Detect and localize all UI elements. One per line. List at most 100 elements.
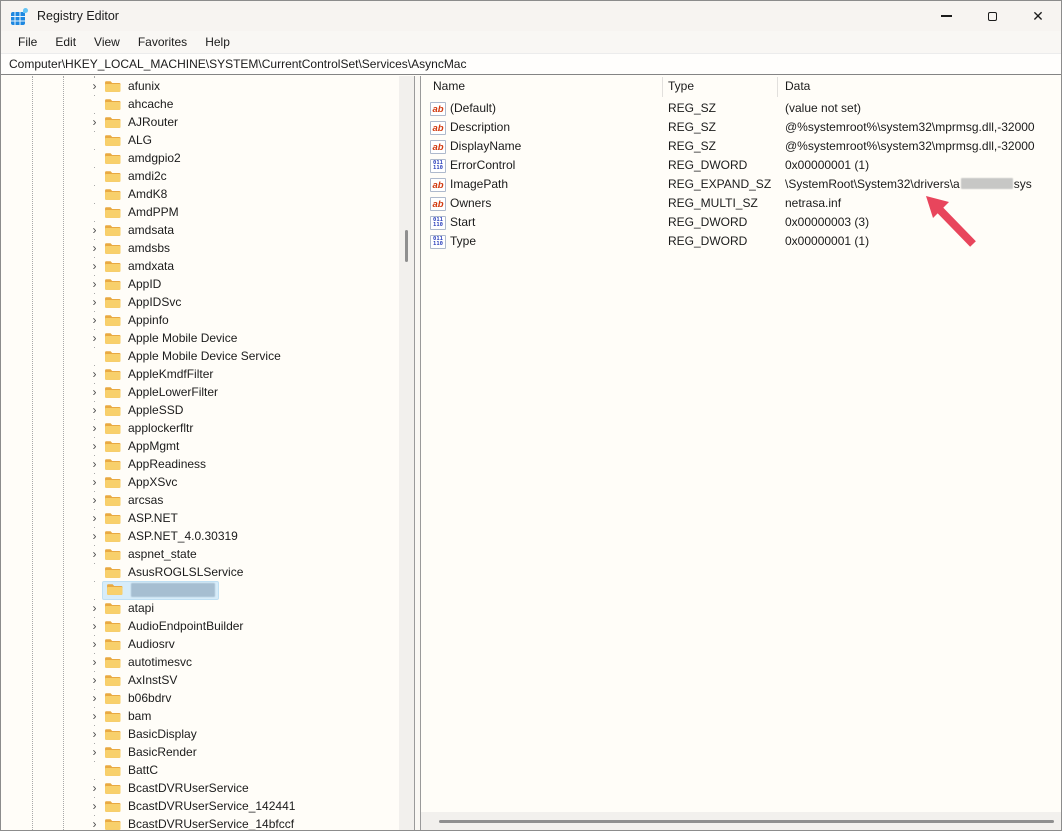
tree-item-amdxata[interactable]: › amdxata (1, 257, 398, 275)
tree-item-audiosrv[interactable]: › Audiosrv (1, 635, 398, 653)
chevron-right-icon[interactable]: › (87, 402, 102, 418)
tree-item-asp-net-4-0-30319[interactable]: › ASP.NET_4.0.30319 (1, 527, 398, 545)
chevron-right-icon[interactable]: › (87, 798, 102, 814)
tree-item-afunix[interactable]: › afunix (1, 77, 398, 95)
tree-item-b06bdrv[interactable]: › b06bdrv (1, 689, 398, 707)
column-separator[interactable] (662, 77, 663, 97)
tree-item-bcastdvruserservice[interactable]: › BcastDVRUserService (1, 779, 398, 797)
minimize-button[interactable] (923, 1, 969, 31)
chevron-right-icon[interactable]: › (87, 438, 102, 454)
tree-item-amdsata[interactable]: › amdsata (1, 221, 398, 239)
chevron-right-icon[interactable]: › (87, 420, 102, 436)
tree-item-asusroglslservice[interactable]: ›AsusROGLSLService (1, 563, 398, 581)
tree-item-applekmdffilter[interactable]: › AppleKmdfFilter (1, 365, 398, 383)
chevron-right-icon[interactable]: › (87, 546, 102, 562)
tree-item-appidsvc[interactable]: › AppIDSvc (1, 293, 398, 311)
chevron-right-icon[interactable]: › (87, 672, 102, 688)
tree-item-apple-mobile-device-service[interactable]: ›Apple Mobile Device Service (1, 347, 398, 365)
registry-value-row-description[interactable]: ab Description REG_SZ @%systemroot%\system3… (421, 119, 1061, 138)
tree-item-appreadiness[interactable]: › AppReadiness (1, 455, 398, 473)
scrollbar-thumb[interactable] (405, 230, 408, 262)
tree-item-appid[interactable]: › AppID (1, 275, 398, 293)
chevron-right-icon[interactable]: › (87, 654, 102, 670)
column-header-name[interactable]: Name (433, 79, 465, 93)
column-header-data[interactable]: Data (785, 79, 810, 93)
tree-item-atapi[interactable]: › atapi (1, 599, 398, 617)
chevron-right-icon[interactable]: › (87, 222, 102, 238)
tree-item-applessd[interactable]: › AppleSSD (1, 401, 398, 419)
chevron-right-icon[interactable]: › (87, 780, 102, 796)
tree-item-amdk8[interactable]: ›AmdK8 (1, 185, 398, 203)
tree-item-amdgpio2[interactable]: ›amdgpio2 (1, 149, 398, 167)
tree-item-appinfo[interactable]: › Appinfo (1, 311, 398, 329)
tree-item-applelowerfilter[interactable]: › AppleLowerFilter (1, 383, 398, 401)
column-separator[interactable] (777, 77, 778, 97)
menu-item-edit[interactable]: Edit (46, 33, 85, 51)
tree-item-applockerfltr[interactable]: › applockerfltr (1, 419, 398, 437)
chevron-right-icon[interactable]: › (87, 708, 102, 724)
registry-value-row-owners[interactable]: ab Owners REG_MULTI_SZ netrasa.inf (421, 195, 1061, 214)
tree-item-battc[interactable]: ›BattC (1, 761, 398, 779)
registry-value-row-errorcontrol[interactable]: 011 110 ErrorControl REG_DWORD 0x00000001 (… (421, 157, 1061, 176)
chevron-right-icon[interactable]: › (87, 276, 102, 292)
close-button[interactable]: ✕ (1015, 1, 1061, 31)
chevron-right-icon[interactable]: › (87, 78, 102, 94)
registry-value-row-imagepath[interactable]: ab ImagePath REG_EXPAND_SZ \SystemRoot\Syst… (421, 176, 1061, 195)
menu-item-favorites[interactable]: Favorites (129, 33, 196, 51)
chevron-right-icon[interactable]: › (87, 618, 102, 634)
registry-value-row-start[interactable]: 011 110 Start REG_DWORD 0x00000003 (3) (421, 214, 1061, 233)
tree-item-bam[interactable]: › bam (1, 707, 398, 725)
chevron-right-icon[interactable]: › (87, 492, 102, 508)
chevron-right-icon[interactable]: › (87, 330, 102, 346)
tree-item-amdi2c[interactable]: ›amdi2c (1, 167, 398, 185)
chevron-right-icon[interactable]: › (87, 744, 102, 760)
chevron-right-icon[interactable]: › (87, 528, 102, 544)
chevron-right-icon[interactable]: › (87, 312, 102, 328)
chevron-right-icon[interactable]: › (87, 636, 102, 652)
menu-item-view[interactable]: View (85, 33, 129, 51)
menu-item-help[interactable]: Help (196, 33, 239, 51)
chevron-right-icon[interactable]: › (87, 294, 102, 310)
tree-item-axinstsv[interactable]: › AxInstSV (1, 671, 398, 689)
tree-item-selected-key[interactable]: › (1, 580, 398, 600)
chevron-right-icon[interactable]: › (87, 366, 102, 382)
tree-item-audioendpointbuilder[interactable]: › AudioEndpointBuilder (1, 617, 398, 635)
tree-item-asp-net[interactable]: › ASP.NET (1, 509, 398, 527)
values-horizontal-scrollbar[interactable] (421, 812, 1061, 830)
tree-vertical-scrollbar[interactable] (399, 76, 414, 830)
tree-item-alg[interactable]: ›ALG (1, 131, 398, 149)
tree-item-amdppm[interactable]: ›AmdPPM (1, 203, 398, 221)
chevron-right-icon[interactable]: › (87, 726, 102, 742)
chevron-right-icon[interactable]: › (87, 114, 102, 130)
tree-item-aspnet-state[interactable]: › aspnet_state (1, 545, 398, 563)
tree-item-ahcache[interactable]: ›ahcache (1, 95, 398, 113)
registry-value-row-type[interactable]: 011 110 Type REG_DWORD 0x00000001 (1) (421, 233, 1061, 252)
chevron-right-icon[interactable]: › (87, 456, 102, 472)
chevron-right-icon[interactable]: › (87, 474, 102, 490)
registry-value-row-displayname[interactable]: ab DisplayName REG_SZ @%systemroot%\system3… (421, 138, 1061, 157)
menu-item-file[interactable]: File (9, 33, 46, 51)
chevron-right-icon[interactable]: › (87, 384, 102, 400)
chevron-right-icon[interactable]: › (87, 510, 102, 526)
maximize-button[interactable] (969, 1, 1015, 31)
chevron-right-icon[interactable]: › (87, 258, 102, 274)
chevron-right-icon[interactable]: › (87, 816, 102, 830)
tree-item-appmgmt[interactable]: › AppMgmt (1, 437, 398, 455)
registry-value-row-default[interactable]: ab (Default) REG_SZ (value not set) (421, 100, 1061, 119)
tree-item-bcastdvruserservice-142441[interactable]: › BcastDVRUserService_142441 (1, 797, 398, 815)
tree-item-basicdisplay[interactable]: › BasicDisplay (1, 725, 398, 743)
tree-item-apple-mobile-device[interactable]: › Apple Mobile Device (1, 329, 398, 347)
chevron-right-icon[interactable]: › (87, 240, 102, 256)
tree-item-autotimesvc[interactable]: › autotimesvc (1, 653, 398, 671)
address-bar[interactable]: Computer\HKEY_LOCAL_MACHINE\SYSTEM\Curre… (1, 53, 1061, 75)
tree-item-ajrouter[interactable]: › AJRouter (1, 113, 398, 131)
column-header-type[interactable]: Type (668, 79, 694, 93)
tree-item-bcastdvruserservice-14bfccf[interactable]: › BcastDVRUserService_14bfccf (1, 815, 398, 830)
tree-item-arcsas[interactable]: › arcsas (1, 491, 398, 509)
tree-item-appxsvc[interactable]: › AppXSvc (1, 473, 398, 491)
chevron-right-icon[interactable]: › (87, 600, 102, 616)
scrollbar-thumb[interactable] (439, 820, 1054, 823)
tree-item-amdsbs[interactable]: › amdsbs (1, 239, 398, 257)
chevron-right-icon[interactable]: › (87, 690, 102, 706)
tree-item-basicrender[interactable]: › BasicRender (1, 743, 398, 761)
